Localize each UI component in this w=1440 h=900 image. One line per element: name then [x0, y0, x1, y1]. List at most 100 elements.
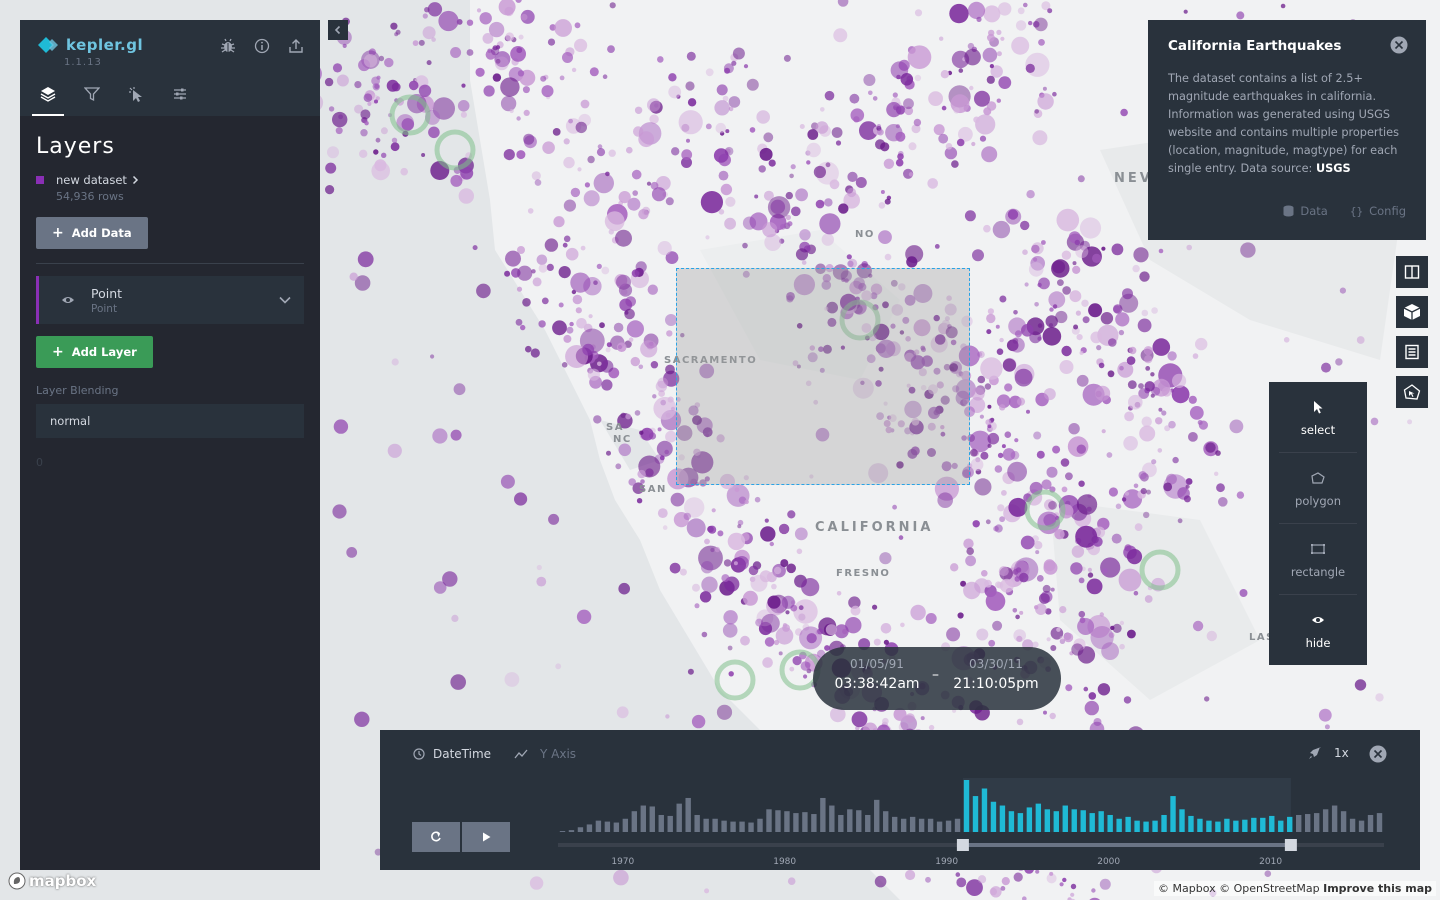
- time-separator: –: [932, 667, 939, 683]
- histogram-bar: [936, 821, 943, 832]
- legend-icon: [1405, 344, 1419, 360]
- histogram-bar: [568, 830, 575, 832]
- layer-blending-label: Layer Blending: [36, 384, 119, 397]
- histogram-bar: [748, 822, 754, 832]
- filter-icon: [84, 87, 100, 102]
- y-axis-selector[interactable]: Y Axis: [514, 747, 576, 761]
- add-layer-button[interactable]: + Add Layer: [36, 336, 153, 368]
- histogram-bar: [784, 811, 790, 832]
- reset-animation-button[interactable]: [412, 822, 460, 852]
- tab-map-settings[interactable]: [168, 86, 192, 116]
- histogram-bar: [1107, 814, 1113, 832]
- histogram-bar: [874, 799, 880, 832]
- histogram-bar: [1304, 814, 1311, 832]
- bug-report-button[interactable]: [218, 36, 238, 56]
- close-circle-icon: [1390, 36, 1408, 54]
- histogram-bar: [1134, 820, 1140, 832]
- share-icon: [289, 39, 303, 53]
- tab-interactions[interactable]: [124, 86, 148, 116]
- app-logo: kepler.gl: [38, 36, 143, 54]
- histogram-bar: [927, 818, 934, 832]
- time-filter-panel: DateTime Y Axis 1x 1970 1980 1990 2000 2010: [380, 730, 1420, 870]
- histogram-bar: [1197, 818, 1203, 832]
- histogram-bar: [559, 831, 566, 832]
- histogram-bar: [1251, 817, 1257, 832]
- draw-mode-hide[interactable]: hide: [1269, 595, 1367, 666]
- play-icon: [483, 832, 491, 842]
- draw-mode-polygon[interactable]: polygon: [1269, 453, 1367, 524]
- data-button[interactable]: Data: [1283, 204, 1328, 218]
- time-end: 03/30/11 21:10:05pm: [946, 657, 1046, 692]
- attribution-text[interactable]: © Mapbox © OpenStreetMap: [1158, 882, 1320, 895]
- start-date: 01/05/91: [850, 657, 904, 671]
- draw-mode-rectangle[interactable]: rectangle: [1269, 524, 1367, 595]
- eye-icon: [1310, 612, 1326, 631]
- histogram-bar: [1080, 810, 1086, 832]
- draw-polygon-button[interactable]: [1396, 376, 1428, 408]
- chevron-right-icon: [132, 175, 138, 185]
- split-map-button[interactable]: [1396, 256, 1428, 288]
- collapse-side-panel-button[interactable]: [328, 20, 348, 40]
- y-axis-label: Y Axis: [540, 747, 577, 761]
- mapbox-logo-text: mapbox: [29, 872, 97, 890]
- histogram-bar: [865, 814, 871, 832]
- 3d-map-button[interactable]: [1396, 296, 1428, 328]
- histogram-bar: [649, 806, 655, 832]
- histogram-bar: [1098, 811, 1104, 832]
- histogram-bar: [1179, 809, 1185, 832]
- layer-expand-button[interactable]: [278, 292, 292, 311]
- time-panel-close-button[interactable]: [1369, 745, 1387, 767]
- histogram-bar: [999, 805, 1006, 832]
- slider-range[interactable]: [962, 843, 1291, 847]
- legend-button[interactable]: [1396, 336, 1428, 368]
- histogram-bar: [1224, 818, 1230, 832]
- histogram-bar: [1260, 817, 1266, 832]
- slider-handle-end[interactable]: [1284, 839, 1297, 851]
- chevron-left-icon: [334, 25, 341, 35]
- config-button[interactable]: {} Config: [1350, 204, 1406, 218]
- config-button-label: Config: [1369, 204, 1406, 218]
- histogram-bar: [622, 818, 629, 832]
- slider-handle-start[interactable]: [956, 839, 969, 851]
- histogram-bar: [1035, 803, 1042, 832]
- info-data-source[interactable]: USGS: [1316, 162, 1351, 175]
- tab-layers[interactable]: [32, 86, 64, 116]
- layer-panel-point[interactable]: Point Point: [36, 276, 304, 324]
- cursor-icon: [1310, 399, 1326, 418]
- histogram-bar: [811, 814, 817, 832]
- histogram-bar: [1152, 820, 1158, 832]
- layer-visibility-toggle[interactable]: [61, 295, 77, 305]
- time-histogram[interactable]: 1970 1980 1990 2000 2010: [558, 776, 1384, 870]
- histogram-bar: [1116, 818, 1122, 832]
- tab-filters[interactable]: [80, 86, 104, 116]
- play-button[interactable]: [462, 822, 510, 852]
- histogram-bar: [775, 810, 781, 832]
- speed-control[interactable]: 1x: [1308, 746, 1349, 760]
- histogram-bar: [730, 821, 736, 832]
- add-data-button[interactable]: + Add Data: [36, 217, 148, 249]
- end-time: 21:10:05pm: [953, 676, 1039, 692]
- histogram-bar: [1143, 821, 1149, 832]
- histogram-bar: [1331, 805, 1338, 832]
- draw-polygon-icon: [1403, 384, 1421, 400]
- histogram-bar: [658, 814, 664, 832]
- histogram-bar: [631, 811, 638, 832]
- histogram-bar: [1358, 820, 1365, 832]
- draw-mode-label: hide: [1305, 635, 1331, 650]
- share-button[interactable]: [286, 36, 306, 56]
- datetime-field-selector[interactable]: DateTime: [413, 747, 491, 761]
- histogram-bar: [694, 814, 700, 832]
- layer-blending-select[interactable]: normal: [36, 404, 304, 438]
- reset-icon: [431, 831, 441, 842]
- histogram-bar: [891, 816, 898, 832]
- dataset-item[interactable]: new dataset: [36, 173, 304, 187]
- info-button[interactable]: [252, 36, 272, 56]
- histogram-bar: [1376, 813, 1383, 832]
- mapbox-logo[interactable]: mapbox: [8, 872, 96, 890]
- improve-map-link[interactable]: Improve this map: [1323, 882, 1432, 895]
- selection-rectangle[interactable]: [676, 268, 970, 485]
- info-close-button[interactable]: [1390, 36, 1408, 58]
- histogram-bar: [1278, 820, 1284, 832]
- draw-mode-select[interactable]: select: [1269, 382, 1367, 453]
- polygon-icon: [1310, 470, 1326, 489]
